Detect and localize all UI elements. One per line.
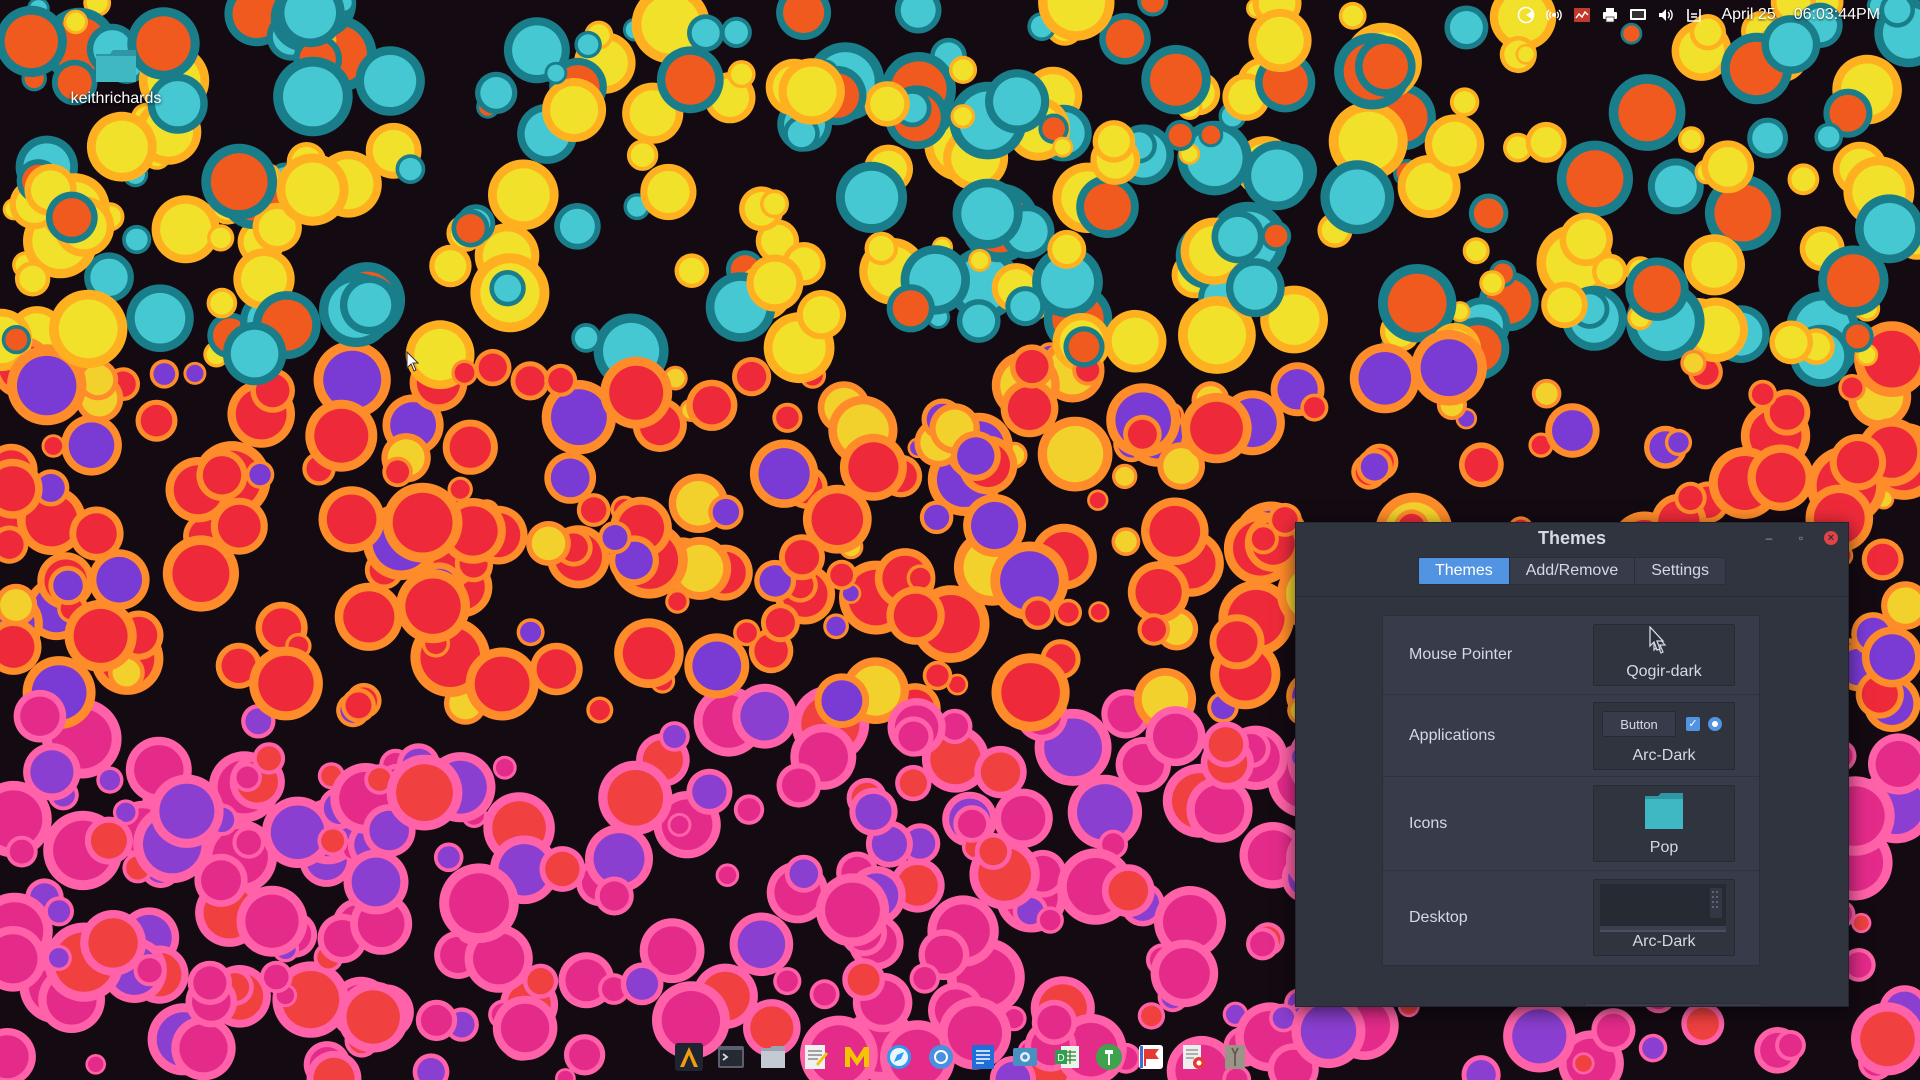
minimize-button[interactable]: – [1760, 529, 1778, 547]
mouse-cursor-icon [406, 351, 420, 372]
icons-theme-name: Pop [1649, 839, 1679, 856]
partial-panel [1584, 1003, 1762, 1006]
display-icon[interactable] [1629, 6, 1647, 24]
network-wireless-icon[interactable] [1545, 6, 1563, 24]
clock[interactable]: April 25 06:03:44PM [1721, 6, 1898, 24]
flag-app-icon[interactable] [1134, 1040, 1168, 1074]
document-viewer-icon[interactable] [1176, 1040, 1210, 1074]
applications-theme-selector[interactable]: Button ✓ Arc-Dark [1593, 702, 1735, 770]
row-label: Icons [1409, 814, 1448, 832]
tab-themes[interactable]: Themes [1418, 558, 1510, 584]
close-button[interactable]: × [1824, 531, 1838, 545]
folder-preview-icon [1645, 793, 1683, 829]
chromium-icon[interactable] [924, 1040, 958, 1074]
applications-theme-name: Arc-Dark [1632, 747, 1696, 764]
maximize-button[interactable]: ▫ [1792, 529, 1810, 547]
date-label: April 25 [1721, 6, 1776, 23]
tab-settings[interactable]: Settings [1635, 558, 1725, 584]
desktop-theme-name: Arc-Dark [1632, 933, 1696, 950]
icons-theme-selector[interactable]: Pop [1593, 785, 1735, 862]
mail-icon[interactable] [840, 1040, 874, 1074]
theme-row-icons: Icons Pop [1383, 777, 1759, 871]
theme-row-desktop: Desktop Arc-Dark [1383, 871, 1759, 964]
time-label: 06:03:44PM [1793, 6, 1880, 23]
sample-checkbox-icon: ✓ [1686, 717, 1700, 731]
web-browser-icon[interactable] [882, 1040, 916, 1074]
screenshot-icon[interactable] [1008, 1040, 1042, 1074]
dock: D [668, 1040, 1256, 1074]
file-manager-icon[interactable] [756, 1040, 790, 1074]
spreadsheet-icon[interactable]: D [1050, 1040, 1084, 1074]
text-editor-icon[interactable] [798, 1040, 832, 1074]
cpu-monitor-icon[interactable] [1573, 6, 1591, 24]
sample-button: Button [1602, 711, 1676, 737]
row-label: Mouse Pointer [1409, 646, 1513, 663]
theme-row-mouse-pointer: Mouse Pointer Qogir-dark [1383, 616, 1759, 695]
printer-icon[interactable] [1601, 6, 1619, 24]
tab-add-remove[interactable]: Add/Remove [1510, 558, 1636, 584]
arrow-cursor-icon [1649, 626, 1665, 651]
desktop-preview-thumbnail [1600, 884, 1726, 932]
theme-list: Mouse Pointer Qogir-dark Applications Bu… [1382, 615, 1760, 966]
arch-launcher-icon[interactable] [672, 1040, 706, 1074]
mouse-pointer-theme-name: Qogir-dark [1626, 663, 1702, 680]
row-label: Applications [1409, 726, 1496, 744]
office-writer-icon[interactable] [966, 1040, 1000, 1074]
battery-icon[interactable] [1685, 6, 1703, 24]
row-label: Desktop [1409, 908, 1468, 926]
svg-text:D: D [1057, 1053, 1065, 1064]
archive-manager-icon[interactable] [1218, 1040, 1252, 1074]
desktop: April 25 06:03:44PM keithrichards Themes … [0, 0, 1920, 1080]
folder-icon [94, 48, 138, 84]
desktop-theme-selector[interactable]: Arc-Dark [1593, 879, 1735, 956]
pacman-monitor-icon[interactable] [1517, 6, 1535, 24]
terminal-icon[interactable] [714, 1040, 748, 1074]
home-folder-label: keithrichards [70, 90, 162, 107]
volume-icon[interactable] [1657, 6, 1675, 24]
home-folder-desktop-icon[interactable]: keithrichards [58, 48, 174, 108]
theme-row-applications: Applications Button ✓ Arc-Dark [1383, 695, 1759, 777]
ms-office-icon[interactable] [1092, 1040, 1126, 1074]
tab-bar: Themes Add/Remove Settings [1296, 557, 1848, 585]
window-titlebar[interactable]: Themes – ▫ × [1296, 523, 1848, 553]
content-separator [1296, 596, 1848, 597]
window-title: Themes [1537, 527, 1607, 548]
themes-window: Themes – ▫ × Themes Add/Remove Settings … [1295, 522, 1849, 1007]
top-panel: April 25 06:03:44PM [1517, 0, 1920, 30]
sample-radio-icon [1708, 717, 1722, 731]
